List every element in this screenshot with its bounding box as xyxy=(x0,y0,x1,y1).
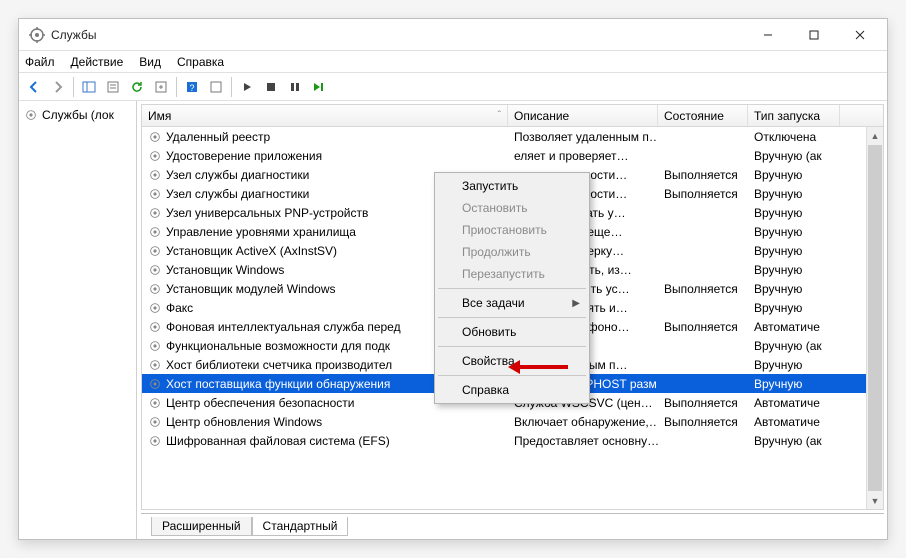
close-button[interactable] xyxy=(837,20,883,50)
cell-name: Удостоверение приложения xyxy=(142,149,508,163)
tab-standard[interactable]: Стандартный xyxy=(252,517,349,536)
cell-desc: Предоставляет основну… xyxy=(508,434,658,448)
cell-state: Выполняется xyxy=(658,320,748,334)
cell-desc: Позволяет удаленным п… xyxy=(508,130,658,144)
restart-service-button[interactable] xyxy=(308,76,330,98)
ctx-sep xyxy=(438,375,586,376)
menu-help[interactable]: Справка xyxy=(177,55,224,69)
cell-startup: Вручную (ак xyxy=(748,434,840,448)
cell-startup: Вручную xyxy=(748,282,840,296)
stop-service-button[interactable] xyxy=(260,76,282,98)
cell-startup: Вручную xyxy=(748,263,840,277)
ctx-sep xyxy=(438,346,586,347)
item-properties-button[interactable] xyxy=(205,76,227,98)
list-header: Имяˆ Описание Состояние Тип запуска xyxy=(142,105,883,127)
services-window: Службы Файл Действие Вид Справка ? xyxy=(18,18,888,540)
cell-state: Выполняется xyxy=(658,415,748,429)
toolbar-sep xyxy=(73,77,74,97)
cell-startup: Вручную (ак xyxy=(748,339,840,353)
cell-state: Выполняется xyxy=(658,168,748,182)
start-service-button[interactable] xyxy=(236,76,258,98)
scroll-down-icon[interactable]: ▼ xyxy=(867,492,883,509)
ctx-pause[interactable]: Приостановить xyxy=(436,219,588,241)
help-button[interactable]: ? xyxy=(181,76,203,98)
menubar: Файл Действие Вид Справка xyxy=(19,51,887,73)
app-icon xyxy=(29,27,45,43)
col-desc[interactable]: Описание xyxy=(508,105,658,126)
export-button[interactable] xyxy=(150,76,172,98)
ctx-help[interactable]: Справка xyxy=(436,379,588,401)
cell-startup: Автоматиче xyxy=(748,415,840,429)
cell-state: Выполняется xyxy=(658,187,748,201)
cell-startup: Вручную xyxy=(748,358,840,372)
tree-root-services[interactable]: Службы (лок xyxy=(21,105,134,125)
chevron-right-icon: ▶ xyxy=(572,298,580,309)
sidebar: Службы (лок xyxy=(19,101,137,539)
ctx-restart[interactable]: Перезапустить xyxy=(436,263,588,285)
cell-startup: Вручную (ак xyxy=(748,149,840,163)
callout-arrow xyxy=(508,360,568,374)
vertical-scrollbar[interactable]: ▲ ▼ xyxy=(866,127,883,509)
forward-button[interactable] xyxy=(47,76,69,98)
cell-state: Выполняется xyxy=(658,396,748,410)
cell-startup: Отключена xyxy=(748,130,840,144)
cell-startup: Вручную xyxy=(748,377,840,391)
ctx-refresh[interactable]: Обновить xyxy=(436,321,588,343)
gear-icon xyxy=(24,108,38,122)
col-startup[interactable]: Тип запуска xyxy=(748,105,840,126)
minimize-button[interactable] xyxy=(745,20,791,50)
toolbar: ? xyxy=(19,73,887,101)
cell-desc: еляет и проверяет… xyxy=(508,149,658,163)
ctx-resume[interactable]: Продолжить xyxy=(436,241,588,263)
service-row[interactable]: Удостоверение приложенияеляет и проверяе… xyxy=(142,146,883,165)
maximize-button[interactable] xyxy=(791,20,837,50)
tabstrip: Расширенный Стандартный xyxy=(141,513,884,536)
service-row[interactable]: Центр обновления WindowsВключает обнаруж… xyxy=(142,412,883,431)
toolbar-sep xyxy=(176,77,177,97)
show-hide-tree-button[interactable] xyxy=(78,76,100,98)
cell-name: Центр обновления Windows xyxy=(142,415,508,429)
window-title: Службы xyxy=(51,28,745,42)
menu-action[interactable]: Действие xyxy=(71,55,124,69)
titlebar: Службы xyxy=(19,19,887,51)
svg-text:?: ? xyxy=(189,83,194,93)
ctx-start[interactable]: Запустить xyxy=(436,175,588,197)
scroll-up-icon[interactable]: ▲ xyxy=(867,127,883,144)
ctx-sep xyxy=(438,288,586,289)
scroll-thumb[interactable] xyxy=(868,145,882,491)
service-row[interactable]: Удаленный реестрПозволяет удаленным п… От… xyxy=(142,127,883,146)
ctx-alltasks[interactable]: Все задачи▶ xyxy=(436,292,588,314)
service-row[interactable]: Шифрованная файловая система (EFS)Предос… xyxy=(142,431,883,450)
cell-desc: Включает обнаружение,… xyxy=(508,415,658,429)
col-name[interactable]: Имяˆ xyxy=(142,105,508,126)
cell-startup: Вручную xyxy=(748,187,840,201)
cell-startup: Вручную xyxy=(748,225,840,239)
tab-extended[interactable]: Расширенный xyxy=(151,517,252,536)
refresh-button[interactable] xyxy=(126,76,148,98)
cell-startup: Вручную xyxy=(748,301,840,315)
cell-startup: Автоматиче xyxy=(748,396,840,410)
properties-button[interactable] xyxy=(102,76,124,98)
menu-view[interactable]: Вид xyxy=(139,55,161,69)
cell-name: Удаленный реестр xyxy=(142,130,508,144)
tree-root-label: Службы (лок xyxy=(42,108,114,122)
menu-file[interactable]: Файл xyxy=(25,55,55,69)
cell-startup: Вручную xyxy=(748,206,840,220)
ctx-stop[interactable]: Остановить xyxy=(436,197,588,219)
toolbar-sep xyxy=(231,77,232,97)
cell-state: Выполняется xyxy=(658,282,748,296)
pause-service-button[interactable] xyxy=(284,76,306,98)
ctx-sep xyxy=(438,317,586,318)
back-button[interactable] xyxy=(23,76,45,98)
col-state[interactable]: Состояние xyxy=(658,105,748,126)
cell-startup: Вручную xyxy=(748,168,840,182)
cell-startup: Автоматиче xyxy=(748,320,840,334)
cell-startup: Вручную xyxy=(748,244,840,258)
cell-name: Шифрованная файловая система (EFS) xyxy=(142,434,508,448)
